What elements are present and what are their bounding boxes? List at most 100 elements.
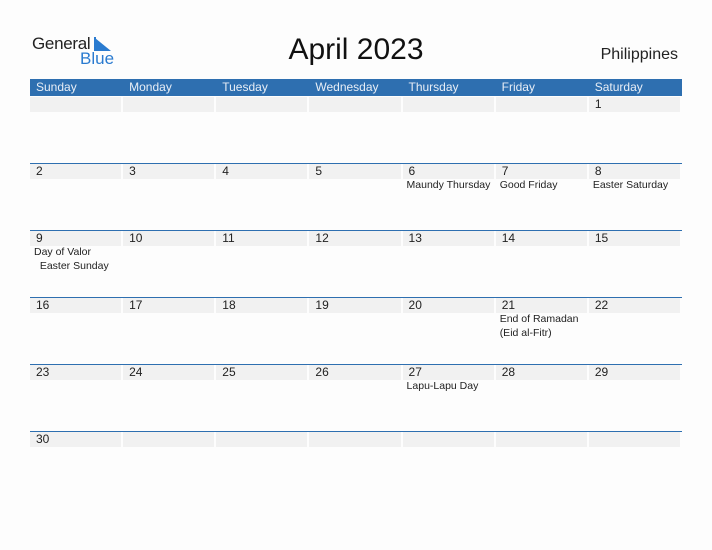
day-number: 1 <box>588 97 680 112</box>
day-cell: 16 <box>30 298 123 363</box>
day-cell: 27 Lapu-Lapu Day <box>402 365 496 430</box>
day-number: 6 <box>402 164 494 179</box>
week-row: 16 17 18 19 20 21 End of Ramadan (Eid al-Fitr)… <box>30 297 682 363</box>
day-number: 10 <box>123 231 215 246</box>
day-cell: 12 <box>309 231 402 296</box>
day-number: 22 <box>588 298 680 313</box>
day-number: 8 <box>588 164 680 179</box>
day-cell: 29 <box>588 365 682 430</box>
holiday-label: Lapu-Lapu Day <box>406 380 479 392</box>
day-cell <box>402 97 496 162</box>
day-cell: 28 <box>495 365 589 430</box>
day-number: 24 <box>123 365 215 380</box>
day-number <box>309 97 401 112</box>
day-number <box>216 97 308 112</box>
day-cell: 11 <box>216 231 309 296</box>
day-cell: 10 <box>123 231 216 296</box>
day-number: 29 <box>588 365 680 380</box>
weekday-tuesday: Tuesday <box>222 80 268 94</box>
day-number <box>588 432 680 447</box>
day-cell: 2 <box>30 164 123 229</box>
day-number: 30 <box>30 432 122 447</box>
week-row: 1 <box>30 96 682 162</box>
day-cell <box>309 432 402 497</box>
day-cell: 21 End of Ramadan (Eid al-Fitr) <box>495 298 589 363</box>
day-cell: 17 <box>123 298 216 363</box>
day-number: 3 <box>123 164 215 179</box>
day-number: 14 <box>495 231 587 246</box>
day-number <box>123 97 215 112</box>
day-number: 7 <box>495 164 587 179</box>
day-number: 12 <box>309 231 401 246</box>
holiday-label: Good Friday <box>499 179 558 191</box>
day-number: 18 <box>216 298 308 313</box>
weekday-monday: Monday <box>129 80 172 94</box>
day-number: 2 <box>30 164 122 179</box>
day-number <box>402 97 494 112</box>
country-label: Philippines <box>600 46 678 63</box>
holiday-label: Easter Saturday <box>592 179 669 191</box>
day-cell: 13 <box>402 231 496 296</box>
day-cell <box>123 97 216 162</box>
day-cell: 30 <box>30 432 123 497</box>
day-cell <box>216 432 309 497</box>
day-number <box>123 432 215 447</box>
day-cell: 5 <box>309 164 402 229</box>
day-number: 21 <box>495 298 587 313</box>
day-number: 15 <box>588 231 680 246</box>
day-cell: 19 <box>309 298 402 363</box>
day-number <box>216 432 308 447</box>
day-cell <box>30 97 123 162</box>
day-number: 5 <box>309 164 401 179</box>
holiday-label: Maundy Thursday <box>406 179 491 191</box>
day-number: 16 <box>30 298 122 313</box>
day-number: 25 <box>216 365 308 380</box>
week-row: 30 <box>30 431 682 497</box>
day-cell: 15 <box>588 231 682 296</box>
day-number <box>30 97 122 112</box>
day-number: 13 <box>402 231 494 246</box>
day-cell: 3 <box>123 164 216 229</box>
day-cell <box>495 432 589 497</box>
day-cell <box>309 97 402 162</box>
day-number <box>402 432 494 447</box>
holiday-label: Day of Valor Easter Sunday <box>34 246 109 272</box>
day-cell: 26 <box>309 365 402 430</box>
week-row: 9 Day of Valor Easter Sunday 10 11 12 13 14 15 <box>30 230 682 296</box>
day-cell: 23 <box>30 365 123 430</box>
day-number: 19 <box>309 298 401 313</box>
day-cell <box>588 432 682 497</box>
day-cell <box>216 97 309 162</box>
week-row: 2 3 4 5 6 Maundy Thursday 7 Good Friday 8 Easter … <box>30 163 682 229</box>
day-number: 28 <box>495 365 587 380</box>
day-number: 9 <box>30 231 122 246</box>
day-number: 11 <box>216 231 308 246</box>
weekday-wednesday: Wednesday <box>315 80 379 94</box>
day-number: 26 <box>309 365 401 380</box>
weekday-header: Sunday Monday Tuesday Wednesday Thursday… <box>30 79 682 96</box>
day-cell <box>495 97 589 162</box>
day-cell <box>123 432 216 497</box>
day-cell: 20 <box>402 298 496 363</box>
weekday-thursday: Thursday <box>408 80 459 94</box>
day-cell: 25 <box>216 365 309 430</box>
day-cell: 4 <box>216 164 309 229</box>
day-number: 20 <box>402 298 494 313</box>
day-cell: 18 <box>216 298 309 363</box>
day-cell: 22 <box>588 298 682 363</box>
week-row: 23 24 25 26 27 Lapu-Lapu Day 28 29 <box>30 364 682 430</box>
day-number: 23 <box>30 365 122 380</box>
day-number <box>309 432 401 447</box>
day-cell: 24 <box>123 365 216 430</box>
day-cell: 8 Easter Saturday <box>588 164 682 229</box>
day-number <box>495 432 587 447</box>
day-number: 4 <box>216 164 308 179</box>
weekday-saturday: Saturday <box>594 80 643 94</box>
day-cell: 6 Maundy Thursday <box>402 164 496 229</box>
day-cell: 1 <box>588 97 682 162</box>
day-cell <box>402 432 496 497</box>
day-cell: 14 <box>495 231 589 296</box>
weekday-sunday: Sunday <box>36 80 77 94</box>
weekday-friday: Friday <box>501 80 535 94</box>
calendar-grid: Sunday Monday Tuesday Wednesday Thursday… <box>30 79 682 447</box>
